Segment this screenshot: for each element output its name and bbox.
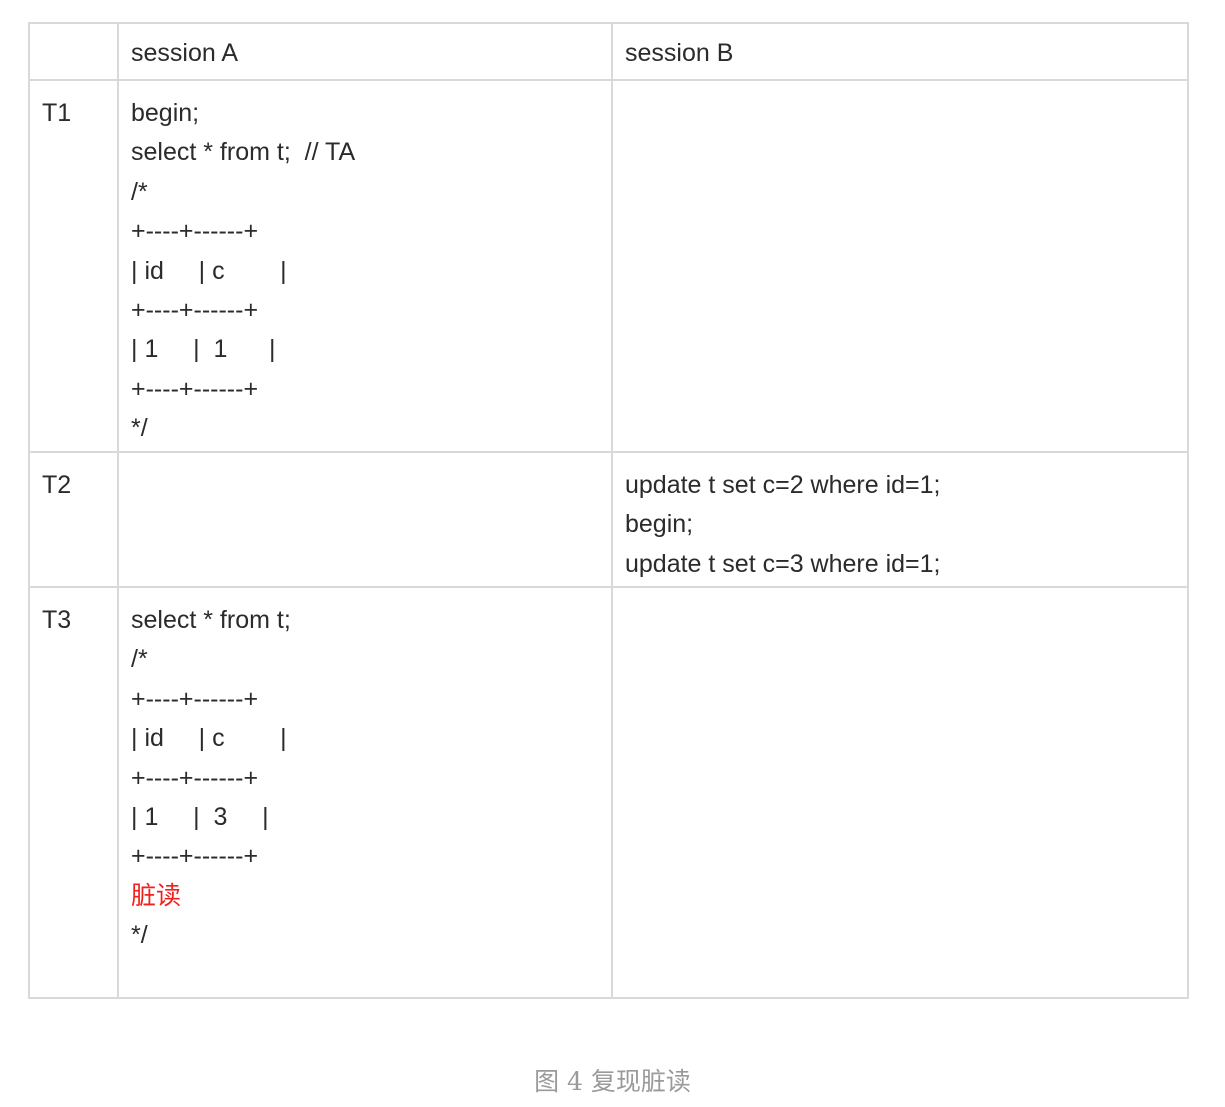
code-line: */ <box>131 414 148 443</box>
time-cell: T3 <box>28 586 119 999</box>
code-line: /* <box>131 177 148 206</box>
figure-caption: 图 4 复现脏读 <box>534 1067 691 1096</box>
table-row: T1 begin; select * from t; // TA /* +---… <box>28 79 1189 453</box>
time-cell: T1 <box>28 79 119 453</box>
code-line: */ <box>131 921 148 950</box>
code-line: | id | c | <box>131 724 287 753</box>
session-a-cell: begin; select * from t; // TA /* +----+-… <box>117 79 613 453</box>
session-timeline-table: session A session B T1 begin; select * f… <box>28 22 1189 999</box>
table-row: T3 select * from t; /* +----+------+ | i… <box>28 586 1189 999</box>
code-line: +----+------+ <box>131 296 259 325</box>
code-line: select * from t; <box>131 606 291 634</box>
code-line: /* <box>131 645 148 674</box>
time-cell: T2 <box>28 451 119 588</box>
header-cell-session-b: session B <box>611 22 1189 81</box>
session-b-cell: update t set c=2 where id=1; begin; upda… <box>611 451 1189 588</box>
code-line: +----+------+ <box>131 374 259 403</box>
header-cell-session-a: session A <box>117 22 613 81</box>
code-line: +----+------+ <box>131 684 259 713</box>
code-line: update t set c=3 where id=1; <box>625 549 941 578</box>
session-b-cell <box>611 586 1189 999</box>
code-line: select * from t; // TA <box>131 138 356 167</box>
table-row: T2 update t set c=2 where id=1; begin; u… <box>28 451 1189 588</box>
session-b-cell <box>611 79 1189 453</box>
code-line: update t set c=2 where id=1; <box>625 471 941 499</box>
session-a-cell: select * from t; /* +----+------+ | id |… <box>117 586 613 999</box>
code-line: | 1 | 3 | <box>131 803 269 832</box>
code-line: begin; <box>625 510 694 539</box>
table-header-row: session A session B <box>28 22 1189 81</box>
code-line: | id | c | <box>131 256 287 285</box>
code-line: begin; <box>131 99 200 127</box>
code-line: | 1 | 1 | <box>131 335 276 364</box>
code-line: +----+------+ <box>131 763 259 792</box>
code-line: +----+------+ <box>131 217 259 246</box>
header-cell-time <box>28 22 119 81</box>
session-a-cell <box>117 451 613 588</box>
code-line: +----+------+ <box>131 842 259 871</box>
dirty-read-label: 脏读 <box>131 881 182 910</box>
